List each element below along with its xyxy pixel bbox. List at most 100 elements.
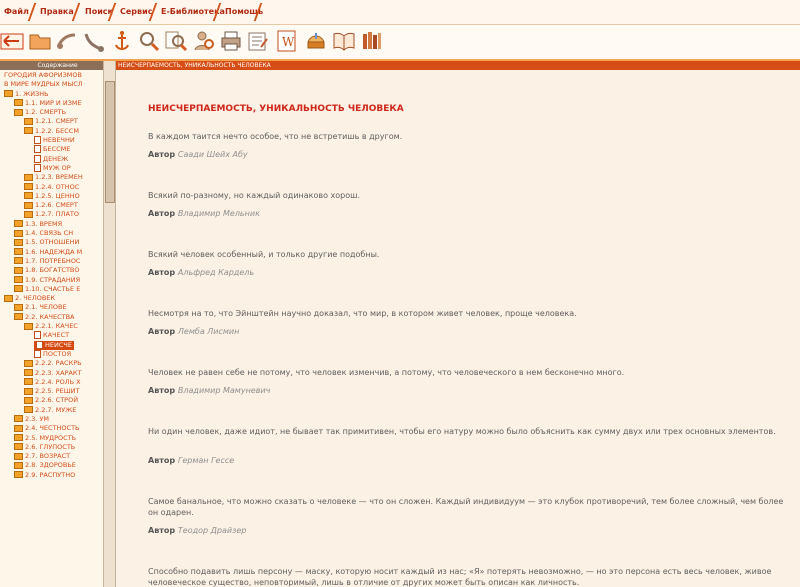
tree-node[interactable]: ГОРОДИЯ АФОРИЗМОВ [0,71,104,80]
tree-node[interactable]: 2.9. РАСПУТНО [0,471,104,480]
author-name: Альфред Кардель [177,268,255,277]
tree-node[interactable]: 1.2.1. СМЕРТ [0,117,104,126]
menu-service[interactable]: Сервис [120,7,152,16]
tree-node[interactable]: 2. ЧЕЛОВЕК [0,294,104,303]
tree-node[interactable]: 1.1. МИР И ИЗМЕ [0,99,104,108]
tree-node-label: 2.2. КАЧЕСТВА [25,312,75,321]
scrollbar-thumb[interactable] [105,81,115,203]
tree-node[interactable]: ДЕНЕЖ [0,154,104,164]
tree-node[interactable]: 2.2.2. РАСКРЬ [0,359,104,368]
tree-node[interactable]: 1.2.6. СМЕРТ [0,201,104,210]
tree-node[interactable]: 2.2.4. РОЛЬ Х [0,378,104,387]
globe-icon[interactable] [304,29,328,53]
quote-text: Способно подавить лишь персону — маску, … [148,567,772,587]
tree-node-label: НЕВЕЧНИ [43,136,75,145]
back-arrow-icon[interactable] [0,29,24,53]
folder-icon [14,303,23,311]
tree-node[interactable]: 2.2.3. ХАРАКТ [0,369,104,378]
folder-icon [24,183,33,191]
tree-node[interactable]: 1.2.5. ЦЕННО [0,192,104,201]
folder-icon [14,471,23,479]
tree-node[interactable]: НЕИСЧЕ [0,340,104,350]
tree-node[interactable]: 1.8. БОГАТСТВО [0,266,104,275]
tree-node[interactable]: 2.5. МУДРОСТЬ [0,434,104,443]
tree-node[interactable]: 1.2.7. ПЛАТО [0,210,104,219]
quote-author: Автор Лемба Лисмин [148,327,239,336]
folder-icon [14,266,23,274]
contents-pane: Содержание ГОРОДИЯ АФОРИЗМОВ В МИРЕ МУДРЫ… [0,61,116,587]
contents-scrollbar[interactable] [103,61,115,587]
tree-node[interactable]: 2.1. ЧЕЛОВЕ [0,303,104,312]
tree-node-label: 2.2.5. РЕШИТ [35,387,80,396]
tree-node-label: 2.6. ГЛУПОСТЬ [25,442,76,451]
tree-node[interactable]: 2.8. ЗДОРОВЬЕ [0,461,104,470]
tree-node-label: 2.2.7. МУЖЕ [35,405,77,414]
word-doc-icon[interactable]: W [275,29,299,53]
menu-bar: Файл Правка Поиск Сервис Е-Библиотека По… [0,0,800,25]
menu-edit[interactable]: Правка [40,7,74,16]
author-prefix: Автор [148,456,178,465]
search-text-icon[interactable] [164,29,188,53]
menu-file[interactable]: Файл [4,7,29,16]
tree-node[interactable]: 1.2.3. ВРЕМЕН [0,173,104,182]
tree-node[interactable]: КАЧЕСТ [0,331,104,340]
tree-node[interactable]: 2.2. КАЧЕСТВА [0,313,104,322]
tree-node[interactable]: 1.10. СЧАСТЬЕ Е [0,285,104,294]
library-icon[interactable] [360,29,384,53]
user-search-icon[interactable] [192,29,216,53]
document-icon [34,154,41,163]
phone-icon[interactable] [55,29,79,53]
tree-node[interactable]: 2.2.5. РЕШИТ [0,387,104,396]
tree-node[interactable]: 2.2.1. КАЧЕС [0,322,104,331]
tree-node-label: 2.2.3. ХАРАКТ [35,368,82,377]
tree-node[interactable]: 1.3. ВРЕМЯ [0,220,104,229]
quote-text: В каждом таится нечто особое, что не вст… [148,132,403,141]
tree-node-label: 1. ЖИЗНЬ [15,89,49,98]
book-icon[interactable] [332,29,356,53]
tree-node[interactable]: 1.4. СВЯЗЬ СН [0,229,104,238]
quote-author: Автор Теодор Драйзер [148,526,246,535]
folder-icon [14,99,23,107]
tree-node[interactable]: 2.7. ВОЗРАСТ [0,452,104,461]
tree-node-label: 1.9. СТРАДАНИЯ [25,275,81,284]
folder-open-icon[interactable] [28,29,52,53]
tree-node[interactable]: 1.5. ОТНОШЕНИ [0,238,104,247]
tree-node[interactable]: БЕССМЕ [0,145,104,154]
tree-node[interactable]: В МИРЕ МУДРЫХ МЫСЛ [0,80,104,89]
tree-node-label: 1.2.2. БЕССМ [35,126,79,135]
tree-node-label: БЕССМЕ [43,145,71,154]
notes-icon[interactable] [246,29,270,53]
tree-node-label: 2.2.4. РОЛЬ Х [35,377,81,386]
tree-node[interactable]: 2.2.6. СТРОЙ [0,396,104,405]
folder-icon [24,369,33,376]
folder-icon [14,285,23,293]
tree-node[interactable]: ПОСТОЯ [0,349,104,359]
tree-node[interactable]: МУЖ ОР [0,163,104,173]
tree-node-label: 1.2.7. ПЛАТО [35,210,79,219]
tree-node[interactable]: НЕВЕЧНИ [0,136,104,145]
tree-node[interactable]: 2.3. УМ [0,415,104,424]
tree-node-label: 1.2.5. ЦЕННО [35,191,80,200]
tree-node-label: 1.4. СВЯЗЬ СН [25,229,74,238]
tree-node-label: 1.2.4. ОТНОС [35,182,80,191]
tree-node[interactable]: 1.6. НАДЕЖДА М [0,248,104,257]
tree-node[interactable]: 1.2.2. БЕССМ [0,127,104,136]
document-icon [34,145,41,154]
tree-node[interactable]: 1.2. СМЕРТЬ [0,108,104,117]
tree-node[interactable]: 1.9. СТРАДАНИЯ [0,276,104,285]
tree-node-label: 1.6. НАДЕЖДА М [25,247,83,256]
tree-node[interactable]: 1. ЖИЗНЬ [0,90,104,99]
printer-icon[interactable] [219,29,243,53]
tree-node[interactable]: 1.7. ПОТРЕБНОС [0,257,104,266]
folder-icon [24,322,33,330]
quote-author: Автор Владимир Мамуневич [148,386,270,395]
anchor-icon[interactable] [110,29,134,53]
phone-icon[interactable] [82,29,106,53]
tree-node[interactable]: 2.4. ЧЕСТНОСТЬ [0,424,104,433]
tree-node[interactable]: 2.2.7. МУЖЕ [0,406,104,415]
search-icon[interactable] [137,29,161,53]
tree-node[interactable]: 1.2.4. ОТНОС [0,183,104,192]
folder-icon [24,378,33,386]
folder-icon [14,443,23,451]
tree-node[interactable]: 2.6. ГЛУПОСТЬ [0,443,104,452]
